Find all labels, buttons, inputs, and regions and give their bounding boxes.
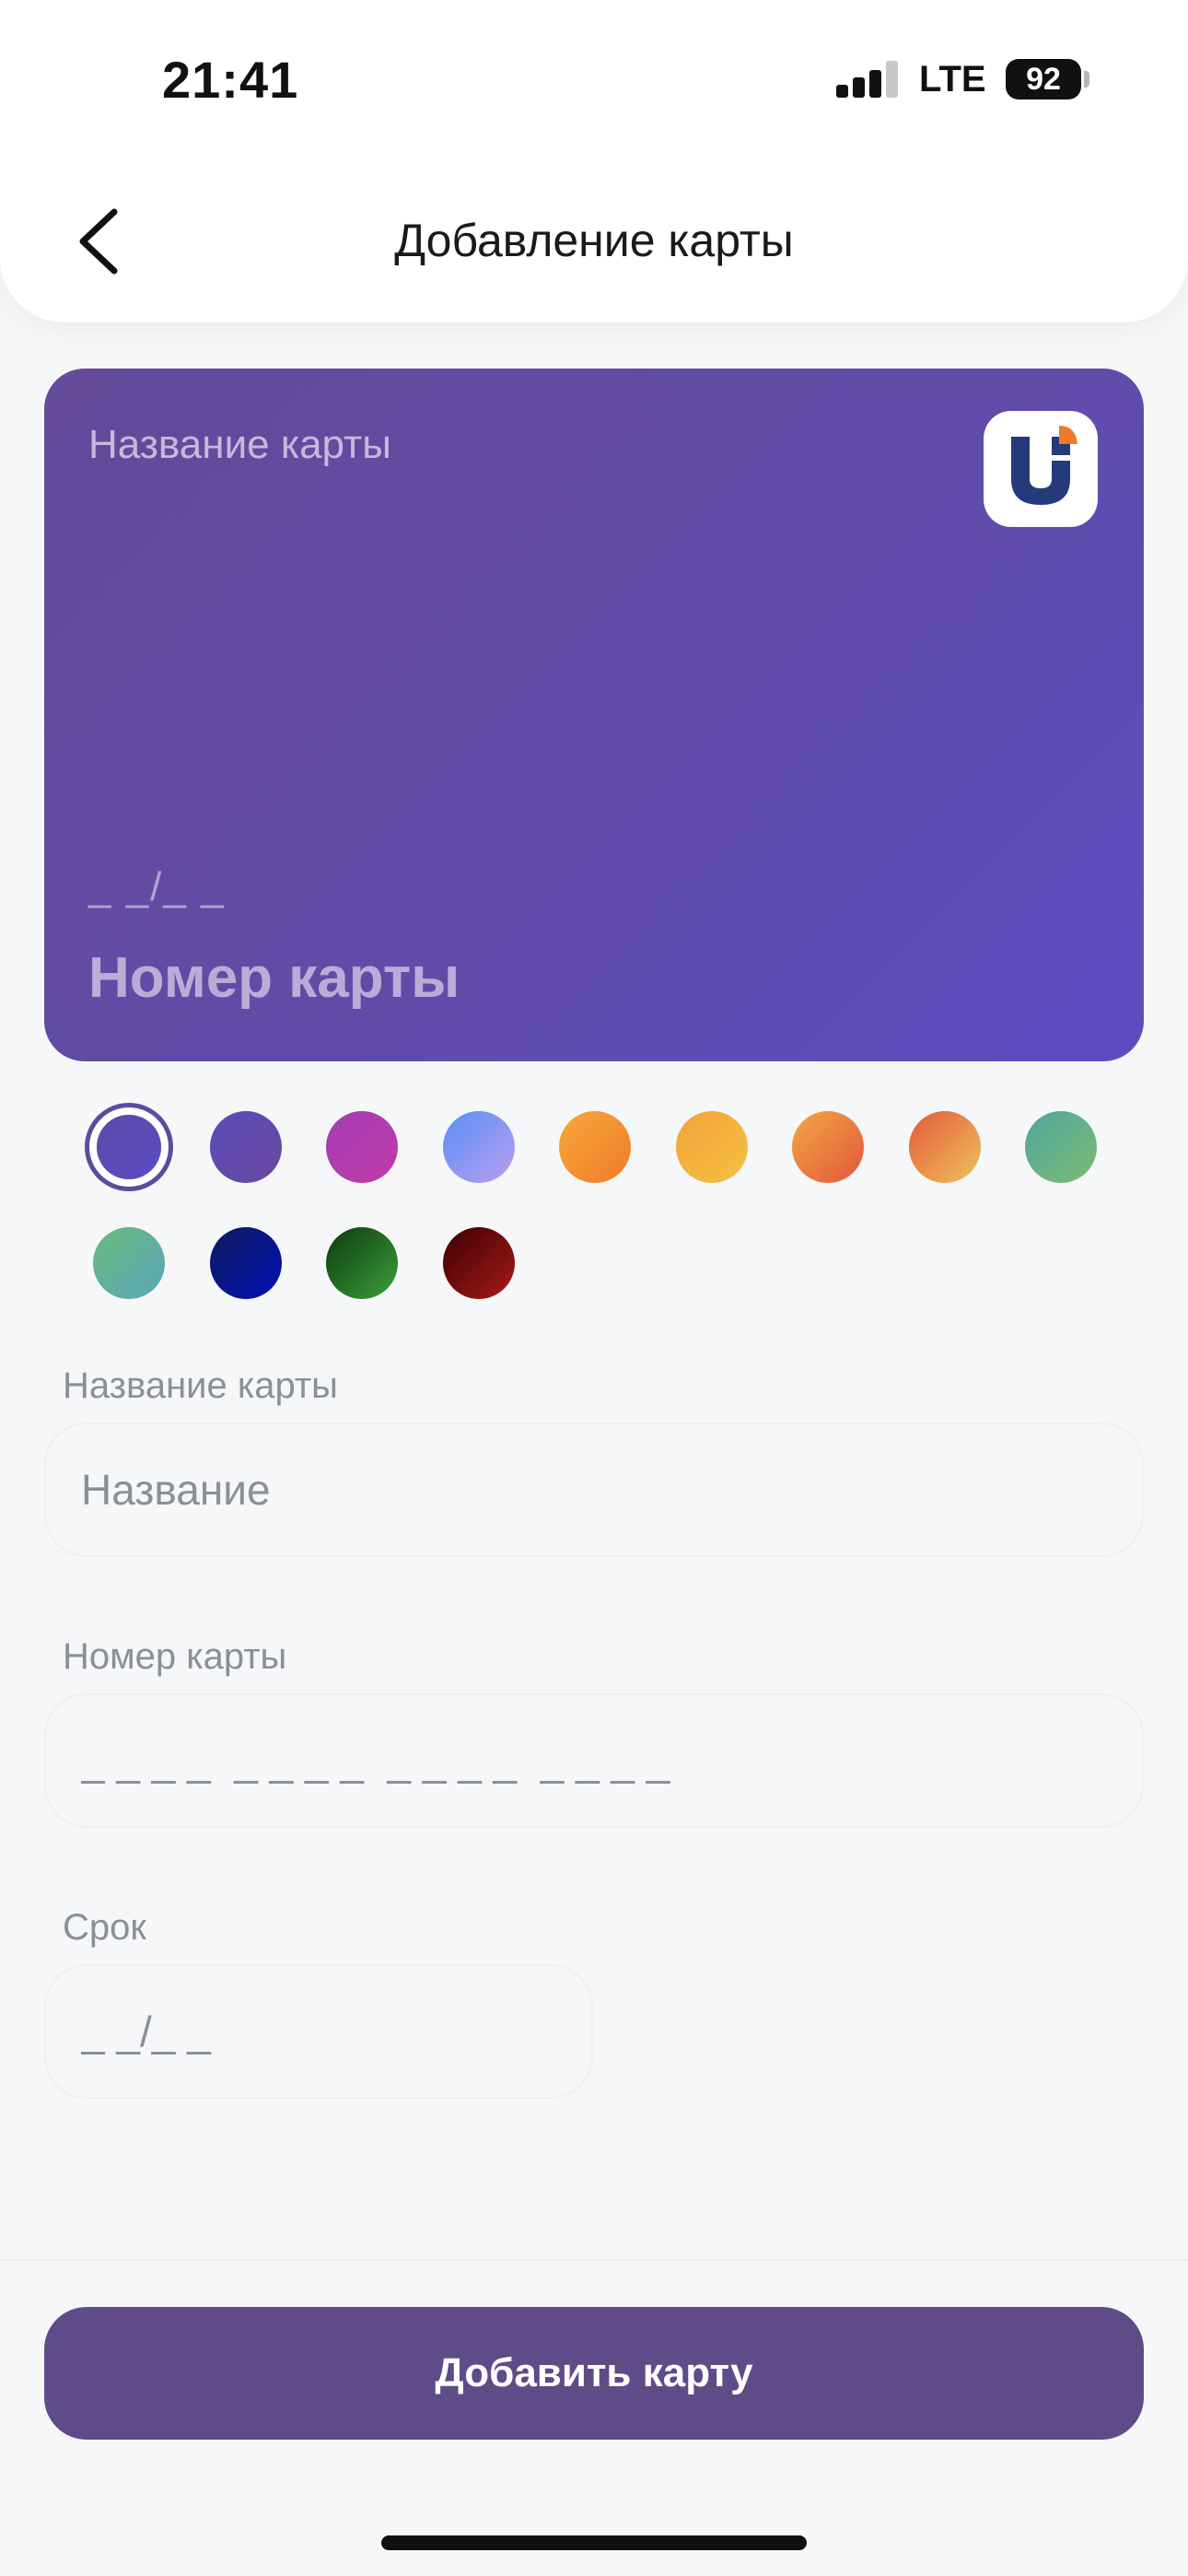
battery-tip	[1084, 71, 1089, 88]
color-swatch[interactable]	[792, 1111, 864, 1183]
color-swatch[interactable]	[1025, 1111, 1097, 1183]
card-number-field[interactable]	[44, 1693, 1144, 1828]
header-bar: 21:41 LTE 92 Добавление карты	[0, 0, 1188, 322]
color-swatch[interactable]	[675, 1111, 748, 1183]
color-swatch[interactable]	[326, 1111, 398, 1183]
expiry-input[interactable]	[81, 1966, 556, 2097]
bank-logo-icon	[984, 411, 1098, 527]
home-indicator	[381, 2535, 807, 2550]
color-swatch[interactable]	[908, 1111, 981, 1183]
card-preview: Название карты _ _/_ _ Номер карты	[44, 369, 1144, 1061]
name-field[interactable]	[44, 1423, 1144, 1557]
page-title: Добавление карты	[394, 215, 794, 266]
number-label: Номер карты	[63, 1636, 287, 1677]
add-card-button[interactable]: Добавить карту	[44, 2307, 1144, 2440]
color-swatch[interactable]	[209, 1111, 282, 1183]
name-label: Название карты	[63, 1365, 338, 1406]
screen: 21:41 LTE 92 Добавление карты Название к…	[0, 0, 1188, 2576]
status-time: 21:41	[162, 51, 299, 109]
color-swatch[interactable]	[559, 1111, 631, 1183]
card-preview-name: Название карты	[88, 422, 391, 467]
color-swatch[interactable]	[97, 1115, 161, 1179]
card-preview-expiry: _ _/_ _	[88, 864, 226, 909]
network-label: LTE	[919, 59, 986, 100]
card-number-input[interactable]	[81, 1695, 1107, 1826]
color-swatch[interactable]	[93, 1227, 165, 1299]
color-swatch[interactable]	[442, 1227, 515, 1299]
card-preview-number: Номер карты	[88, 946, 460, 1010]
battery-icon: 92	[1006, 59, 1081, 100]
color-swatch[interactable]	[209, 1227, 282, 1299]
color-swatch[interactable]	[326, 1227, 398, 1299]
color-swatch[interactable]	[442, 1111, 515, 1183]
expiry-field[interactable]	[44, 1964, 593, 2099]
signal-icon	[836, 61, 898, 98]
name-input[interactable]	[81, 1424, 1107, 1555]
expiry-label: Срок	[63, 1907, 146, 1948]
